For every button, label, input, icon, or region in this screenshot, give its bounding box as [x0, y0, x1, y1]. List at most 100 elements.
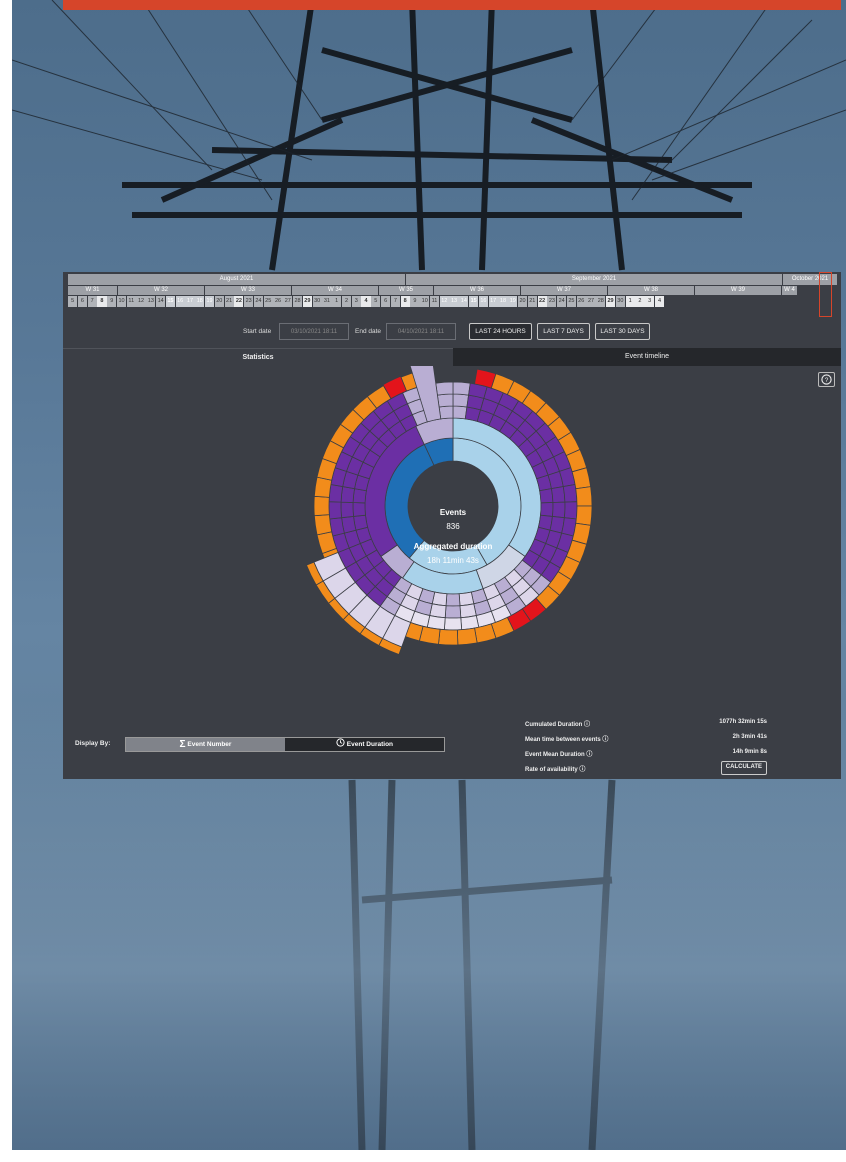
sunburst-segment[interactable] — [444, 605, 462, 619]
calendar-day[interactable]: 23 — [547, 296, 557, 307]
sunburst-segment[interactable] — [456, 627, 478, 646]
calendar-day[interactable]: 25 — [263, 296, 273, 307]
sunburst-segment[interactable] — [435, 381, 454, 396]
calendar-day[interactable]: 1 — [625, 296, 635, 307]
calendar-day[interactable]: 30 — [312, 296, 322, 307]
calendar-day[interactable]: 22 — [234, 296, 244, 307]
calendar-day[interactable]: 26 — [576, 296, 586, 307]
calendar-day[interactable]: 6 — [381, 296, 391, 307]
calendar-day[interactable]: 21 — [224, 296, 234, 307]
calendar-day[interactable]: 7 — [87, 296, 97, 307]
week-cell[interactable]: W 36 — [434, 285, 521, 295]
week-cell[interactable]: W 4 — [782, 285, 798, 295]
week-cell[interactable]: W 33 — [205, 285, 292, 295]
calendar-day[interactable]: 11 — [429, 296, 440, 307]
calendar-day[interactable]: 2 — [341, 296, 352, 307]
sunburst-segment[interactable] — [340, 501, 354, 519]
calendar-day[interactable]: 20 — [214, 296, 224, 307]
calendar-day[interactable]: 28 — [292, 296, 303, 307]
sunburst-segment[interactable] — [436, 393, 454, 408]
sunburst-segment[interactable] — [540, 502, 554, 517]
calendar-day[interactable]: 29 — [302, 296, 312, 307]
sunburst-segment[interactable] — [328, 501, 343, 520]
sunburst-segment[interactable] — [575, 505, 593, 526]
calendar-day[interactable]: 15 — [165, 296, 175, 307]
calendar-day[interactable]: 5 — [68, 296, 78, 307]
calendar-day[interactable]: 20 — [517, 296, 528, 307]
calendar-day[interactable]: 12 — [439, 296, 449, 307]
calendar-day[interactable]: 30 — [615, 296, 625, 307]
sunburst-segment[interactable] — [539, 488, 554, 504]
event-duration-option[interactable]: Event Duration — [285, 738, 444, 751]
calendar-day[interactable]: 4 — [654, 296, 665, 307]
tab-event-timeline[interactable]: Event timeline — [453, 348, 841, 366]
event-number-option[interactable]: Σ Event Number — [126, 738, 285, 751]
tab-statistics[interactable]: Statistics — [63, 348, 453, 367]
sunburst-segment[interactable] — [571, 467, 592, 490]
calendar-day[interactable]: 18 — [195, 296, 205, 307]
sunburst-segment[interactable] — [551, 486, 566, 503]
calendar-day[interactable]: 26 — [273, 296, 283, 307]
calendar-day[interactable]: 24 — [253, 296, 264, 307]
calendar-day[interactable]: 5 — [371, 296, 381, 307]
calendar-day[interactable]: 8 — [400, 296, 410, 307]
calendar-day[interactable]: 14 — [459, 296, 469, 307]
sunburst-segment[interactable] — [313, 514, 333, 536]
sunburst-segment[interactable] — [452, 405, 468, 420]
calendar-day[interactable]: 27 — [586, 296, 596, 307]
month-august[interactable]: August 2021 — [68, 274, 406, 285]
week-cell[interactable]: W 34 — [292, 285, 379, 295]
calendar-day[interactable]: 19 — [204, 296, 215, 307]
calendar-day[interactable]: 19 — [508, 296, 518, 307]
calendar-day[interactable]: 10 — [420, 296, 430, 307]
calendar-day[interactable]: 27 — [283, 296, 293, 307]
calendar-day[interactable]: 2 — [635, 296, 645, 307]
week-cell[interactable]: W 38 — [608, 285, 695, 295]
calendar-day[interactable]: 17 — [185, 296, 195, 307]
calendar-day[interactable]: 15 — [469, 296, 479, 307]
calendar-day[interactable]: 17 — [488, 296, 498, 307]
calendar-day[interactable]: 28 — [596, 296, 606, 307]
calendar-day[interactable]: 10 — [116, 296, 127, 307]
sunburst-segment[interactable] — [575, 486, 593, 507]
sunburst-segment[interactable] — [438, 405, 454, 420]
sunburst-segment[interactable] — [313, 495, 330, 517]
sunburst-segment[interactable] — [452, 393, 470, 408]
calendar-day[interactable]: 14 — [156, 296, 166, 307]
end-date-input[interactable]: 04/10/2021 18:11 — [386, 323, 456, 340]
calendar-day[interactable]: 12 — [136, 296, 146, 307]
calendar-day[interactable]: 6 — [77, 296, 87, 307]
calendar-day[interactable]: 9 — [107, 296, 117, 307]
start-date-input[interactable]: 03/10/2021 18:11 — [279, 323, 349, 340]
calendar-day[interactable]: 11 — [126, 296, 136, 307]
calendar-day[interactable]: 24 — [557, 296, 567, 307]
month-september[interactable]: September 2021 — [406, 274, 783, 285]
week-cell[interactable]: W 35 — [379, 285, 434, 295]
sunburst-segment[interactable] — [352, 502, 366, 517]
calendar-day[interactable]: 13 — [146, 296, 156, 307]
calendar-day[interactable]: 8 — [97, 296, 107, 307]
sunburst-segment[interactable] — [443, 617, 463, 631]
calendar-day[interactable]: 1 — [332, 296, 342, 307]
calendar-day[interactable]: 31 — [322, 296, 332, 307]
week-cell[interactable]: W 39 — [695, 285, 782, 295]
calendar-day[interactable]: 13 — [449, 296, 459, 307]
sunburst-segment[interactable] — [340, 486, 355, 503]
calendar-day[interactable]: 9 — [410, 296, 420, 307]
calendar-day[interactable]: 3 — [645, 296, 655, 307]
calculate-button[interactable]: CALCULATE — [720, 761, 767, 775]
calendar-day[interactable]: 21 — [527, 296, 537, 307]
sunburst-segment[interactable] — [328, 484, 344, 503]
last-30-days-button[interactable]: LAST 30 DAYS — [595, 323, 650, 340]
sunburst-segment[interactable] — [452, 381, 471, 396]
week-cell[interactable]: W 31 — [68, 285, 118, 295]
sunburst-segment[interactable] — [438, 628, 459, 646]
last-24-hours-button[interactable]: LAST 24 HOURS — [469, 323, 532, 340]
calendar-day[interactable]: 7 — [390, 296, 400, 307]
calendar-day[interactable]: 4 — [361, 296, 371, 307]
calendar-day[interactable]: 22 — [537, 296, 547, 307]
calendar-day[interactable]: 23 — [244, 296, 254, 307]
week-cell[interactable]: W 32 — [118, 285, 205, 295]
calendar-day[interactable]: 16 — [478, 296, 488, 307]
last-7-days-button[interactable]: LAST 7 DAYS — [537, 323, 590, 340]
